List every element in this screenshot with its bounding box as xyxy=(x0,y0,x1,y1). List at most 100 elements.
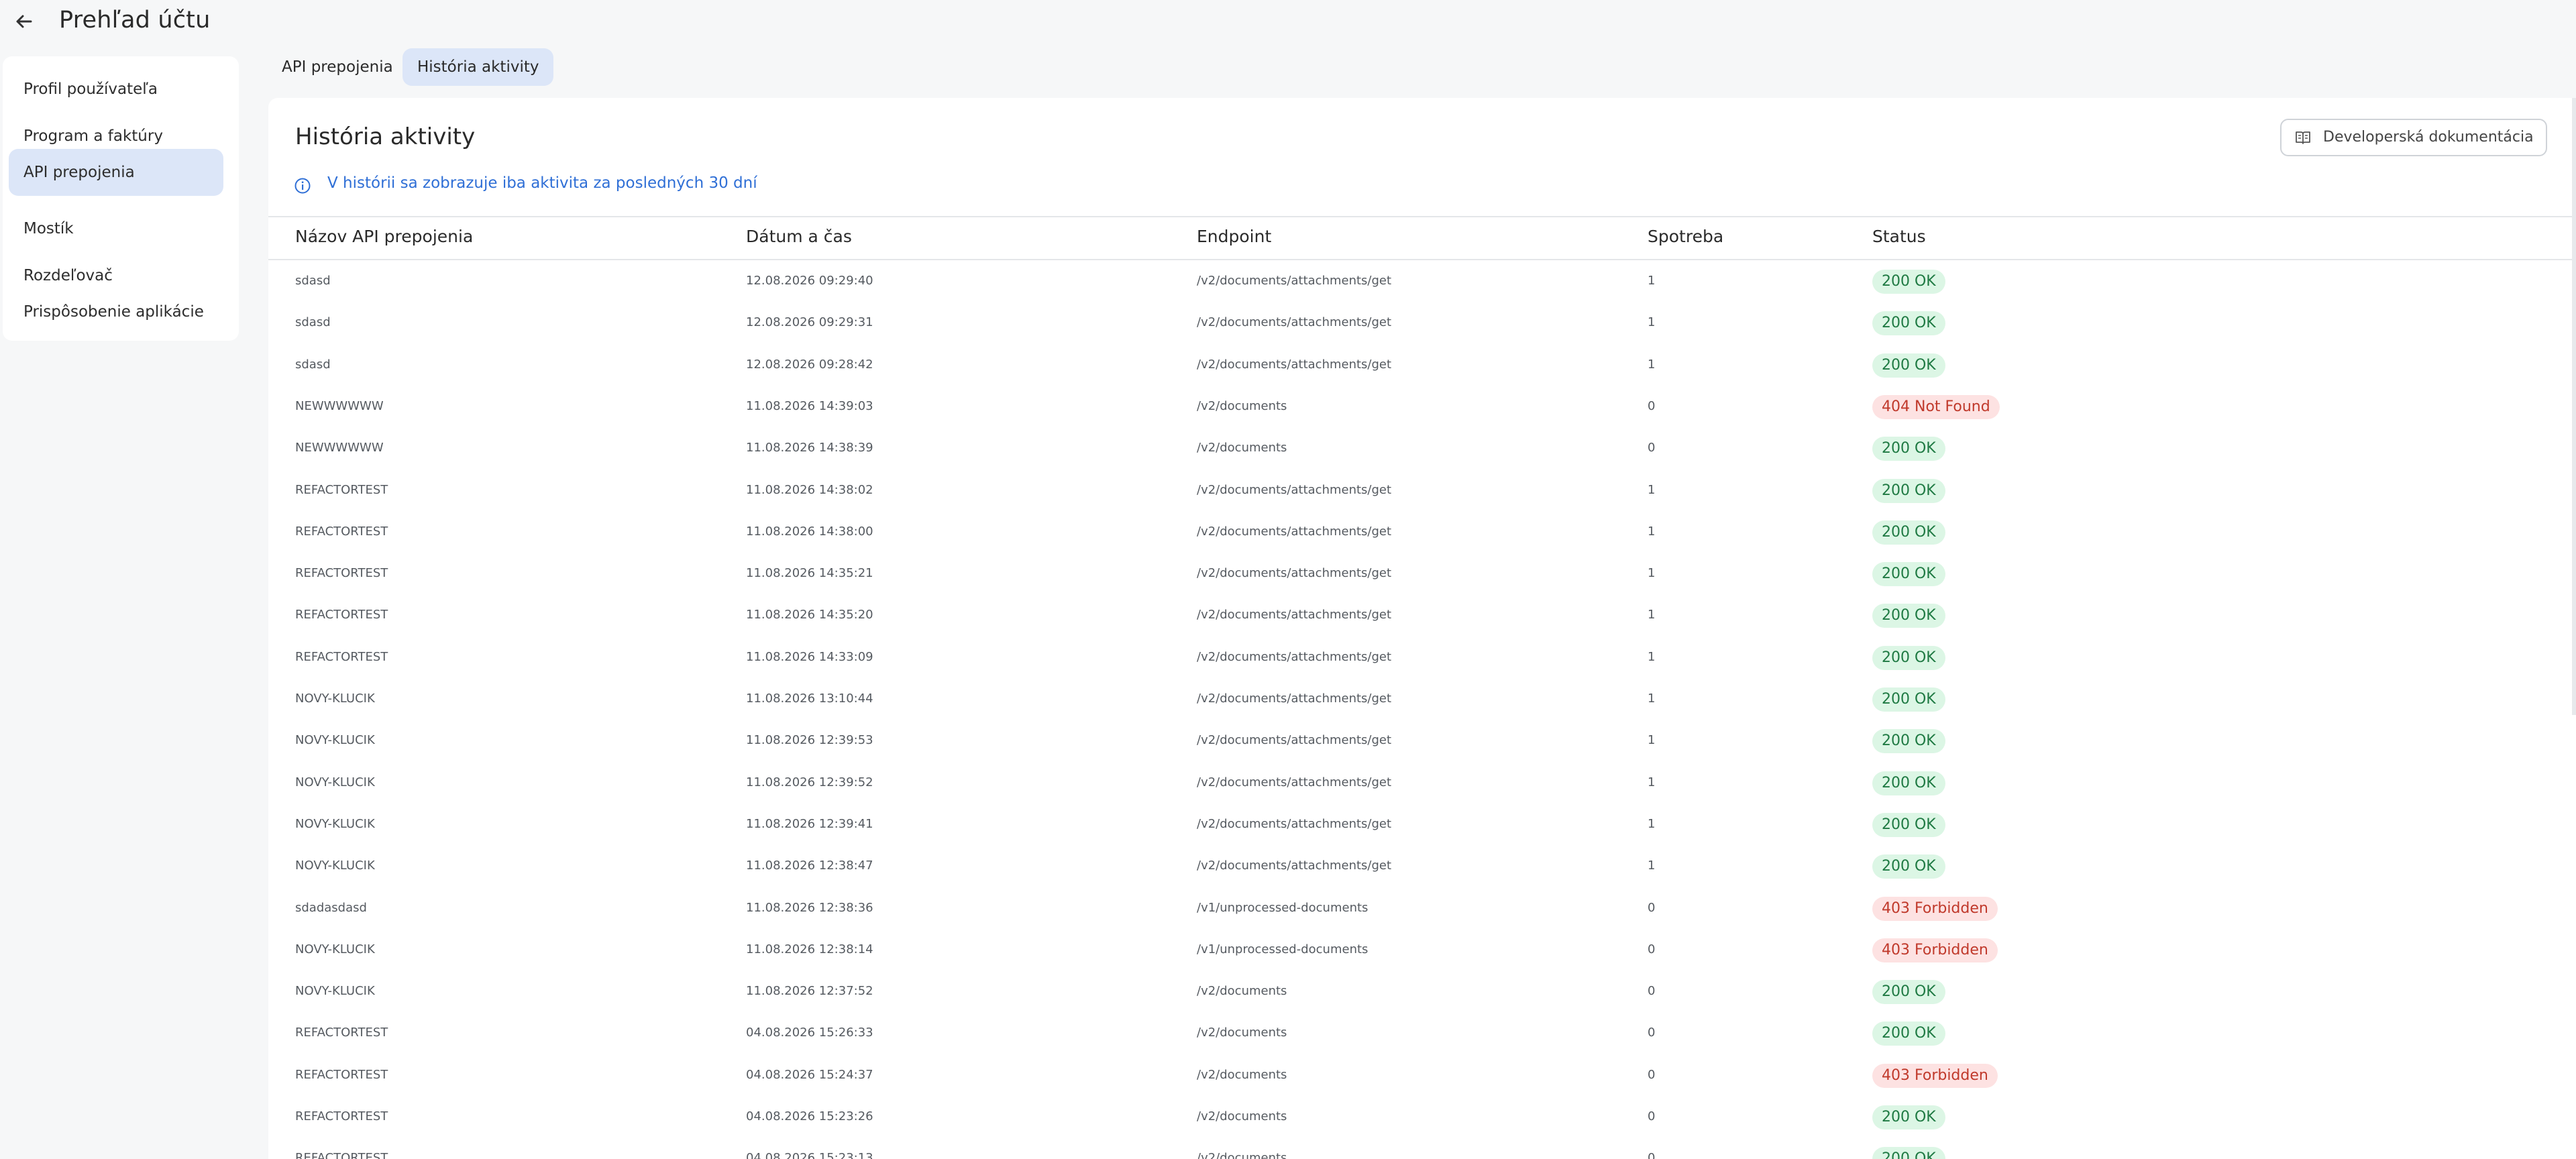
cell-usage: 1 xyxy=(1648,608,1656,622)
status-badge: 200 OK xyxy=(1872,980,1945,1005)
table-row[interactable]: REFACTORTEST 04.08.2026 15:23:13/v2/docum… xyxy=(268,1138,2576,1159)
cell-name: REFACTORTEST xyxy=(295,649,388,664)
status-badge: 200 OK xyxy=(1872,604,1945,628)
sidebar-item-bridge[interactable]: Mostík xyxy=(9,205,223,252)
table-row[interactable]: NOVY-KLUCIK 11.08.2026 12:38:14/v1/unproc… xyxy=(268,929,2576,971)
sidebar-item-api[interactable]: API prepojenia xyxy=(9,149,223,196)
cell-usage: 1 xyxy=(1648,357,1656,372)
cell-endpoint: /v2/documents/attachments/get xyxy=(1197,649,1392,664)
column-header-endpoint[interactable]: Endpoint xyxy=(1197,227,1271,246)
developer-docs-label: Developerská dokumentácia xyxy=(2323,129,2534,146)
table-row[interactable]: sdasd 12.08.2026 09:29:31/v2/documents/at… xyxy=(268,302,2576,343)
cell-usage: 1 xyxy=(1648,274,1656,288)
table-row[interactable]: REFACTORTEST 11.08.2026 14:38:00/v2/docum… xyxy=(268,511,2576,553)
status-badge: 200 OK xyxy=(1872,1022,1945,1046)
table-row[interactable]: NOVY-KLUCIK 11.08.2026 12:39:53/v2/docume… xyxy=(268,720,2576,761)
cell-usage: 0 xyxy=(1648,441,1656,455)
cell-datetime: 04.08.2026 15:26:33 xyxy=(746,1026,873,1040)
cell-name: sdasd xyxy=(295,357,331,372)
cell-usage: 0 xyxy=(1648,1026,1656,1040)
status-badge: 200 OK xyxy=(1872,311,1945,336)
cell-name: NEWWWWWW xyxy=(295,441,384,455)
cell-name: sdasd xyxy=(295,274,331,288)
cell-usage: 1 xyxy=(1648,524,1656,539)
table-row[interactable]: NOVY-KLUCIK 11.08.2026 12:39:41/v2/docume… xyxy=(268,804,2576,845)
cell-endpoint: /v2/documents/attachments/get xyxy=(1197,315,1392,330)
cell-datetime: 11.08.2026 14:38:39 xyxy=(746,441,873,455)
back-button[interactable] xyxy=(9,8,39,35)
cell-endpoint: /v2/documents/attachments/get xyxy=(1197,816,1392,831)
cell-usage: 0 xyxy=(1648,1151,1656,1159)
status-badge: 200 OK xyxy=(1872,353,1945,378)
cell-usage: 1 xyxy=(1648,566,1656,581)
table-row[interactable]: NEWWWWWW 11.08.2026 14:39:03/v2/documents… xyxy=(268,386,2576,427)
scrollbar[interactable] xyxy=(2572,98,2576,715)
table-row[interactable]: NOVY-KLUCIK 11.08.2026 12:37:52/v2/docume… xyxy=(268,971,2576,1012)
status-badge: 200 OK xyxy=(1872,1147,1945,1159)
cell-name: NOVY-KLUCIK xyxy=(295,859,375,873)
table-row[interactable]: NOVY-KLUCIK 11.08.2026 13:10:44/v2/docume… xyxy=(268,678,2576,720)
status-badge: 200 OK xyxy=(1872,687,1945,712)
status-badge: 200 OK xyxy=(1872,729,1945,754)
cell-name: sdasd xyxy=(295,315,331,330)
table-row[interactable]: REFACTORTEST 04.08.2026 15:23:26/v2/docum… xyxy=(268,1096,2576,1138)
table-row[interactable]: sdasd 12.08.2026 09:29:40/v2/documents/at… xyxy=(268,260,2576,302)
cell-name: REFACTORTEST xyxy=(295,482,388,497)
tab-activity-history[interactable]: História aktivity xyxy=(402,48,554,86)
cell-endpoint: /v2/documents/attachments/get xyxy=(1197,859,1392,873)
cell-name: NOVY-KLUCIK xyxy=(295,775,375,789)
cell-datetime: 11.08.2026 12:38:47 xyxy=(746,859,873,873)
cell-name: REFACTORTEST xyxy=(295,608,388,622)
table-row[interactable]: sdasd 12.08.2026 09:28:42/v2/documents/at… xyxy=(268,344,2576,386)
cell-name: NOVY-KLUCIK xyxy=(295,816,375,831)
cell-name: REFACTORTEST xyxy=(295,524,388,539)
column-header-datetime[interactable]: Dátum a čas xyxy=(746,227,852,246)
cell-datetime: 11.08.2026 12:39:52 xyxy=(746,775,873,789)
cell-name: sdadasdasd xyxy=(295,900,367,915)
card-title: História aktivity xyxy=(295,123,476,150)
sidebar-item-customization[interactable]: Prispôsobenie aplikácie xyxy=(9,288,223,335)
cell-name: NOVY-KLUCIK xyxy=(295,984,375,999)
status-badge: 200 OK xyxy=(1872,854,1945,879)
app-header: Prehľad účtu xyxy=(0,0,2576,46)
cell-name: NOVY-KLUCIK xyxy=(295,692,375,706)
column-header-status[interactable]: Status xyxy=(1872,227,1926,246)
table-row[interactable]: NEWWWWWW 11.08.2026 14:38:39/v2/documents… xyxy=(268,427,2576,469)
column-header-name[interactable]: Názov API prepojenia xyxy=(295,227,473,246)
cell-usage: 0 xyxy=(1648,1109,1656,1123)
sidebar: Profil používateľa Program a faktúry API… xyxy=(3,56,239,341)
sidebar-item-profile[interactable]: Profil používateľa xyxy=(9,66,223,113)
table-row[interactable]: REFACTORTEST 11.08.2026 14:35:21/v2/docum… xyxy=(268,553,2576,594)
cell-endpoint: /v2/documents/attachments/get xyxy=(1197,692,1392,706)
tab-api-connections[interactable]: API prepojenia xyxy=(267,48,408,86)
table-row[interactable]: REFACTORTEST 04.08.2026 15:24:37/v2/docum… xyxy=(268,1054,2576,1096)
cell-usage: 1 xyxy=(1648,649,1656,664)
cell-datetime: 11.08.2026 12:39:53 xyxy=(746,733,873,748)
cell-datetime: 11.08.2026 14:39:03 xyxy=(746,398,873,413)
table-row[interactable]: NOVY-KLUCIK 11.08.2026 12:39:52/v2/docume… xyxy=(268,762,2576,804)
cell-endpoint: /v2/documents/attachments/get xyxy=(1197,274,1392,288)
cell-endpoint: /v2/documents/attachments/get xyxy=(1197,524,1392,539)
cell-datetime: 11.08.2026 12:39:41 xyxy=(746,816,873,831)
cell-datetime: 11.08.2026 12:37:52 xyxy=(746,984,873,999)
table-row[interactable]: sdadasdasd 11.08.2026 12:38:36/v1/unproce… xyxy=(268,887,2576,929)
table-row[interactable]: REFACTORTEST 11.08.2026 14:35:20/v2/docum… xyxy=(268,594,2576,636)
cell-datetime: 11.08.2026 14:35:21 xyxy=(746,566,873,581)
cell-usage: 0 xyxy=(1648,900,1656,915)
cell-name: REFACTORTEST xyxy=(295,566,388,581)
table-row[interactable]: REFACTORTEST 11.08.2026 14:38:02/v2/docum… xyxy=(268,470,2576,511)
cell-endpoint: /v2/documents/attachments/get xyxy=(1197,357,1392,372)
cell-datetime: 12.08.2026 09:29:31 xyxy=(746,315,873,330)
developer-docs-button[interactable]: Developerská dokumentácia xyxy=(2280,119,2547,156)
status-badge: 200 OK xyxy=(1872,771,1945,795)
column-header-usage[interactable]: Spotreba xyxy=(1648,227,1723,246)
table-row[interactable]: REFACTORTEST 11.08.2026 14:33:09/v2/docum… xyxy=(268,637,2576,678)
table-row[interactable]: REFACTORTEST 04.08.2026 15:26:33/v2/docum… xyxy=(268,1012,2576,1054)
status-badge: 200 OK xyxy=(1872,437,1945,461)
table-row[interactable]: NOVY-KLUCIK 11.08.2026 12:38:47/v2/docume… xyxy=(268,845,2576,887)
cell-endpoint: /v2/documents/attachments/get xyxy=(1197,733,1392,748)
cell-endpoint: /v2/documents xyxy=(1197,1151,1287,1159)
cell-datetime: 04.08.2026 15:23:26 xyxy=(746,1109,873,1123)
status-badge: 200 OK xyxy=(1872,478,1945,503)
cell-usage: 1 xyxy=(1648,733,1656,748)
